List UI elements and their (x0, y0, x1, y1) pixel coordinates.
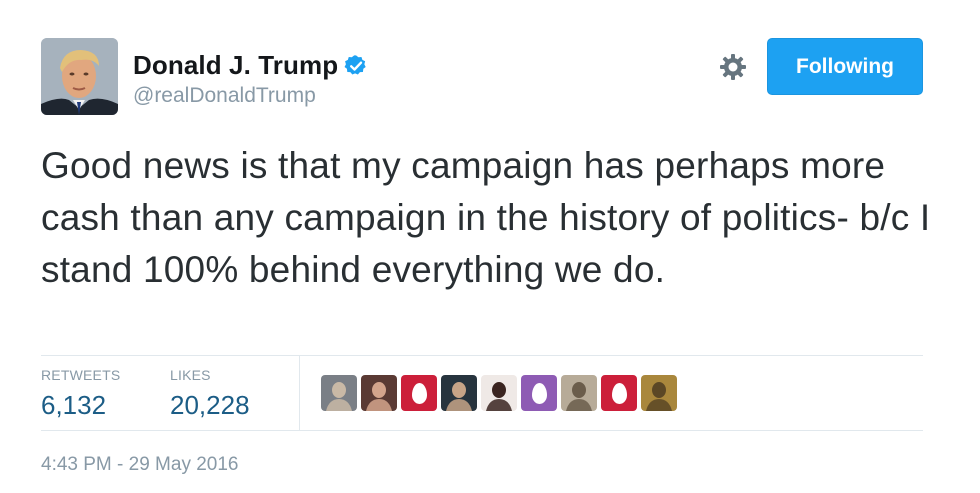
liker-avatars (321, 375, 677, 411)
person-photo-icon (446, 382, 472, 411)
likes-count: 20,228 (170, 390, 250, 420)
following-button[interactable]: Following (767, 38, 923, 95)
egg-icon (611, 382, 627, 404)
stats-separator (299, 356, 300, 430)
retweets-label: RETWEETS (41, 367, 121, 383)
retweets-count: 6,132 (41, 390, 107, 420)
likes-stat[interactable]: LIKES 20,228 (170, 367, 250, 421)
person-photo-icon (566, 382, 592, 411)
liker-avatar[interactable] (481, 375, 517, 411)
retweets-stat[interactable]: RETWEETS 6,132 (41, 367, 120, 421)
person-photo-icon (486, 382, 512, 411)
author-display-name[interactable]: Donald J. Trump (133, 50, 338, 81)
egg-icon (411, 382, 427, 404)
gear-icon[interactable] (718, 52, 748, 82)
liker-avatar[interactable] (561, 375, 597, 411)
person-photo-icon (366, 382, 392, 411)
liker-avatar[interactable] (361, 375, 397, 411)
person-photo-icon (326, 382, 352, 411)
stats-divider-top (41, 355, 923, 356)
profile-photo-icon (41, 38, 118, 115)
liker-egg-avatar[interactable] (521, 375, 557, 411)
author-name-row[interactable]: Donald J. Trump (133, 50, 368, 81)
person-photo-icon (646, 382, 672, 411)
liker-avatar[interactable] (641, 375, 677, 411)
liker-egg-avatar[interactable] (601, 375, 637, 411)
tweet-text: Good news is that my campaign has perhap… (41, 145, 931, 290)
stats-divider-bottom (41, 430, 923, 431)
liker-avatar[interactable] (441, 375, 477, 411)
author-avatar[interactable] (41, 38, 118, 115)
tweet-timestamp[interactable]: 4:43 PM - 29 May 2016 (41, 454, 239, 476)
egg-icon (531, 382, 547, 404)
liker-egg-avatar[interactable] (401, 375, 437, 411)
verified-badge-icon (344, 54, 368, 78)
author-handle[interactable]: @realDonaldTrump (133, 84, 316, 108)
likes-label: LIKES (170, 367, 211, 383)
liker-avatar[interactable] (321, 375, 357, 411)
tweet-card: Donald J. Trump @realDonaldTrump Followi… (0, 0, 980, 493)
